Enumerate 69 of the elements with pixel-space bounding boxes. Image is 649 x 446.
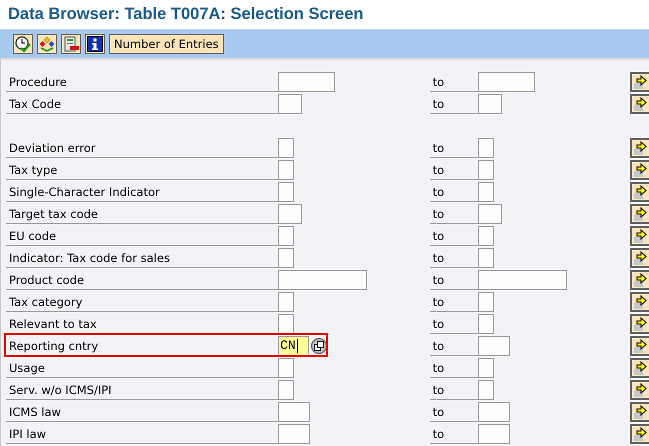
input-field[interactable]	[478, 358, 494, 378]
input-field[interactable]	[478, 336, 510, 356]
field-label: Procedure	[6, 70, 278, 92]
multiple-selection-button[interactable]	[630, 314, 649, 334]
multiple-selection-button[interactable]	[630, 226, 649, 246]
multiple-selection-button[interactable]	[630, 292, 649, 312]
input-field[interactable]	[278, 314, 294, 334]
input-field[interactable]	[478, 94, 502, 114]
multiple-selection-button[interactable]	[630, 358, 649, 378]
field-label: Serv. w/o ICMS/IPI	[6, 378, 278, 400]
field-label: Usage	[6, 356, 278, 378]
field-label: Deviation error	[6, 136, 278, 158]
input-field[interactable]	[278, 424, 310, 444]
multiple-selection-button[interactable]	[630, 160, 649, 180]
input-field[interactable]	[478, 138, 494, 158]
multiple-selection-button[interactable]	[630, 94, 649, 114]
window-title: Data Browser: Table T007A: Selection Screen	[8, 5, 364, 24]
input-field[interactable]	[278, 182, 294, 202]
input-field[interactable]	[278, 138, 294, 158]
input-field[interactable]	[478, 380, 494, 400]
multiple-selection-button[interactable]	[630, 72, 649, 92]
input-field[interactable]	[278, 248, 294, 268]
field-label: Target tax code	[6, 202, 278, 224]
input-field[interactable]	[478, 314, 494, 334]
multiple-selection-button[interactable]	[630, 402, 649, 422]
input-field[interactable]	[278, 160, 294, 180]
input-field[interactable]	[478, 182, 494, 202]
field-label: Tax Code	[6, 92, 278, 114]
multiple-selection-button[interactable]	[630, 424, 649, 444]
input-field[interactable]	[278, 204, 302, 224]
input-field[interactable]	[478, 270, 566, 290]
number-of-entries-button[interactable]: Number of Entries	[109, 34, 224, 54]
field-label: EU code	[6, 224, 278, 246]
info-button[interactable]	[85, 34, 105, 54]
input-field[interactable]	[478, 160, 494, 180]
multiple-selection-button[interactable]	[630, 380, 649, 400]
field-label: Indicator: Tax code for sales	[6, 246, 278, 268]
multiple-selection-button[interactable]	[630, 336, 649, 356]
field-label: IPI law	[6, 422, 278, 444]
input-field[interactable]	[278, 94, 302, 114]
multiple-selection-button[interactable]	[630, 182, 649, 202]
input-field[interactable]	[278, 358, 294, 378]
input-field[interactable]	[478, 204, 502, 224]
input-field[interactable]	[478, 424, 510, 444]
input-field[interactable]	[278, 292, 294, 312]
delete-selection-button[interactable]	[61, 34, 81, 54]
input-field[interactable]	[478, 248, 494, 268]
multiple-selection-button[interactable]	[630, 204, 649, 224]
input-field[interactable]	[278, 72, 336, 92]
input-field[interactable]: CN	[278, 336, 310, 356]
field-label: Single-Character Indicator	[6, 180, 278, 202]
field-label: Product code	[6, 268, 278, 290]
input-field[interactable]	[478, 226, 494, 246]
execute-button[interactable]	[13, 34, 33, 54]
input-field[interactable]	[278, 402, 310, 422]
multiple-selection-button[interactable]	[630, 138, 649, 158]
field-label: ICMS law	[6, 400, 278, 422]
input-field[interactable]	[478, 402, 510, 422]
field-label: Tax type	[6, 158, 278, 180]
input-field[interactable]	[278, 226, 294, 246]
input-field[interactable]	[478, 292, 494, 312]
value-help-button[interactable]	[311, 338, 328, 354]
multiple-selection-button[interactable]	[630, 270, 649, 290]
input-field[interactable]	[278, 380, 294, 400]
selection-options-button[interactable]	[37, 34, 57, 54]
input-field[interactable]	[478, 72, 534, 92]
field-label: Tax category	[6, 290, 278, 312]
input-field[interactable]	[278, 270, 368, 290]
multiple-selection-button[interactable]	[630, 248, 649, 268]
